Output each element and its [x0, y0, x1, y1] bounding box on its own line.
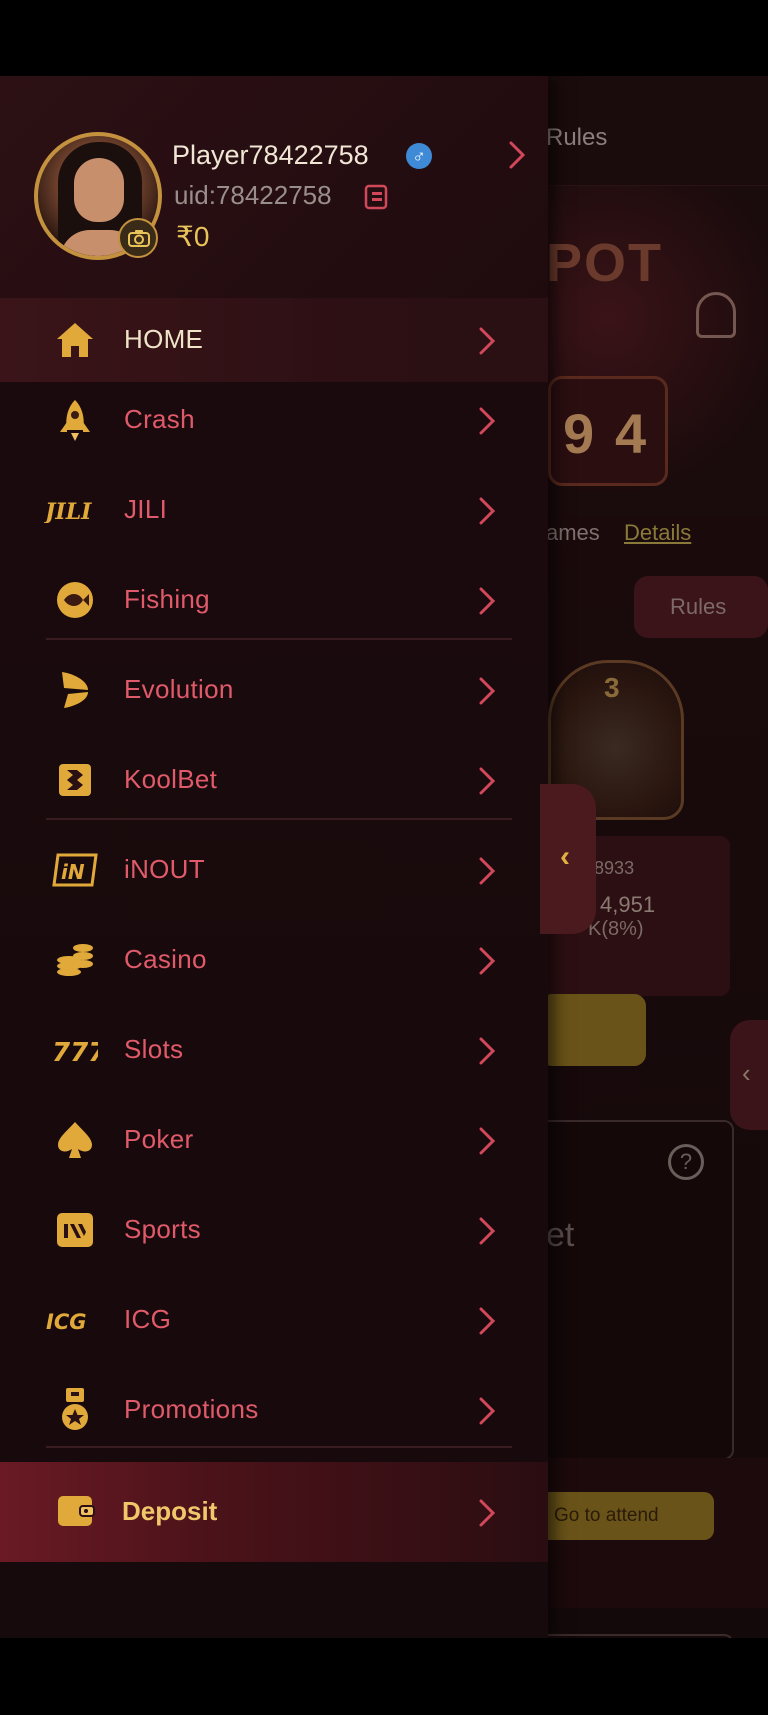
bg-attend-label: Go to attend: [554, 1505, 659, 1526]
player-name: Player78422758: [172, 140, 369, 170]
spade-icon: [52, 1118, 98, 1162]
menu-item-casino[interactable]: Casino: [0, 918, 548, 1002]
fish-icon: [52, 578, 98, 622]
menu-item-label: Sports: [124, 1214, 201, 1244]
menu-item-poker[interactable]: Poker: [0, 1098, 548, 1182]
navigation-bar: [0, 1638, 768, 1715]
slots-777-icon: 777: [52, 1028, 98, 1072]
menu-item-label: Poker: [124, 1124, 194, 1154]
chevron-left-icon: ‹: [742, 1058, 751, 1088]
bg-side-tab: ‹: [730, 1020, 768, 1130]
chevron-right-icon: [479, 857, 496, 885]
chevron-right-icon: [479, 947, 496, 975]
menu-item-home[interactable]: HOME: [0, 298, 548, 382]
bg-top-percent: K(8%): [588, 918, 644, 940]
bg-attend-button: Go to attend: [540, 1492, 714, 1540]
menu-item-label: ICG: [124, 1304, 172, 1334]
medal-icon: [52, 1388, 98, 1432]
chevron-right-icon: [479, 407, 496, 435]
menu-item-sports[interactable]: Sports: [0, 1188, 548, 1272]
bg-jackpot-digit: 4: [615, 402, 647, 465]
menu-item-evolution[interactable]: Evolution: [0, 648, 548, 732]
svg-text:iN: iN: [61, 860, 85, 884]
help-icon: ?: [668, 1144, 704, 1180]
bg-jackpot-digit: 9: [563, 402, 595, 465]
menu-item-label: Fishing: [124, 584, 210, 614]
sports-logo-icon: [52, 1208, 98, 1252]
coins-icon: [52, 938, 98, 982]
menu-item-label: Casino: [124, 944, 207, 974]
menu-item-label: Evolution: [124, 674, 234, 704]
chevron-right-icon: [479, 497, 496, 525]
camera-icon[interactable]: [118, 218, 158, 258]
chevron-left-icon: ‹: [560, 840, 570, 873]
evolution-logo-icon: [52, 668, 98, 712]
bg-crown-rank: 3: [604, 672, 620, 703]
menu-item-deposit[interactable]: Deposit: [0, 1462, 548, 1562]
menu-item-label: JILI: [124, 494, 168, 524]
home-icon: [52, 318, 98, 362]
chevron-right-icon: [479, 767, 496, 795]
chevron-right-icon: [479, 1307, 496, 1335]
bg-details-link: Details: [624, 520, 692, 545]
bg-jackpot-digits: 9 4: [548, 376, 668, 486]
menu-item-icg[interactable]: ICG ICG: [0, 1278, 548, 1362]
bg-rules-button: Rules: [634, 576, 768, 638]
chevron-right-icon: [479, 327, 496, 355]
chevron-right-icon[interactable]: [508, 140, 526, 170]
bg-panel: [540, 1120, 734, 1460]
bg-panel-text: et: [546, 1216, 575, 1254]
inout-logo-icon: iN: [52, 848, 98, 892]
chevron-right-icon: [479, 587, 496, 615]
bg-jackpot-title: POT: [546, 233, 664, 293]
avatar-face: [74, 158, 124, 222]
bg-gold-button: [540, 994, 646, 1066]
user-gift-icon: [696, 292, 736, 338]
menu-item-inout[interactable]: iN iNOUT: [0, 828, 548, 912]
copy-icon[interactable]: [364, 184, 388, 210]
menu-item-label: KoolBet: [124, 764, 218, 794]
svg-text:777: 777: [52, 1038, 98, 1065]
uid-text: uid:78422758: [174, 180, 332, 210]
side-drawer: Player78422758 ♂ uid:78422758 ₹0 HOME Cr…: [0, 76, 548, 1638]
jili-logo-icon: JILI: [44, 488, 100, 532]
bg-rules-label: Rules: [670, 594, 727, 619]
menu-item-slots[interactable]: 777 Slots: [0, 1008, 548, 1092]
koolbet-logo-icon: [52, 758, 98, 802]
menu-item-label: Crash: [124, 404, 195, 434]
svg-text:ICG: ICG: [46, 1310, 86, 1333]
menu-item-label: iNOUT: [124, 854, 205, 884]
male-gender-icon: ♂: [406, 143, 432, 169]
chevron-right-icon: [479, 677, 496, 705]
balance: ₹0: [176, 221, 210, 252]
menu-item-jili[interactable]: JILI JILI: [0, 468, 548, 552]
chevron-right-icon: [479, 1127, 496, 1155]
icg-logo-icon: ICG: [44, 1298, 102, 1342]
chevron-right-icon: [479, 1499, 496, 1527]
chevron-right-icon: [479, 1037, 496, 1065]
menu-item-label: Promotions: [124, 1394, 259, 1424]
svg-text:JILI: JILI: [44, 499, 92, 523]
menu-item-promotions[interactable]: Promotions: [0, 1368, 548, 1452]
menu-item-label: HOME: [124, 324, 204, 354]
status-bar: [0, 0, 768, 76]
rocket-icon: [52, 398, 98, 442]
chevron-right-icon: [479, 1397, 496, 1425]
bg-header-rules: Rules: [546, 124, 608, 151]
profile-header[interactable]: Player78422758 ♂ uid:78422758 ₹0: [0, 76, 548, 298]
menu-item-label: Slots: [124, 1034, 184, 1064]
menu-item-fishing[interactable]: Fishing: [0, 558, 548, 642]
wallet-icon: [56, 1492, 96, 1533]
bg-games-text: ames: [546, 520, 600, 545]
drawer-close-tab[interactable]: ‹: [540, 784, 596, 934]
menu-item-koolbet[interactable]: KoolBet: [0, 738, 548, 822]
bg-top-score: 4,951: [600, 892, 656, 917]
deposit-label: Deposit: [122, 1496, 218, 1526]
chevron-right-icon: [479, 1217, 496, 1245]
menu-item-crash[interactable]: Crash: [0, 378, 548, 462]
